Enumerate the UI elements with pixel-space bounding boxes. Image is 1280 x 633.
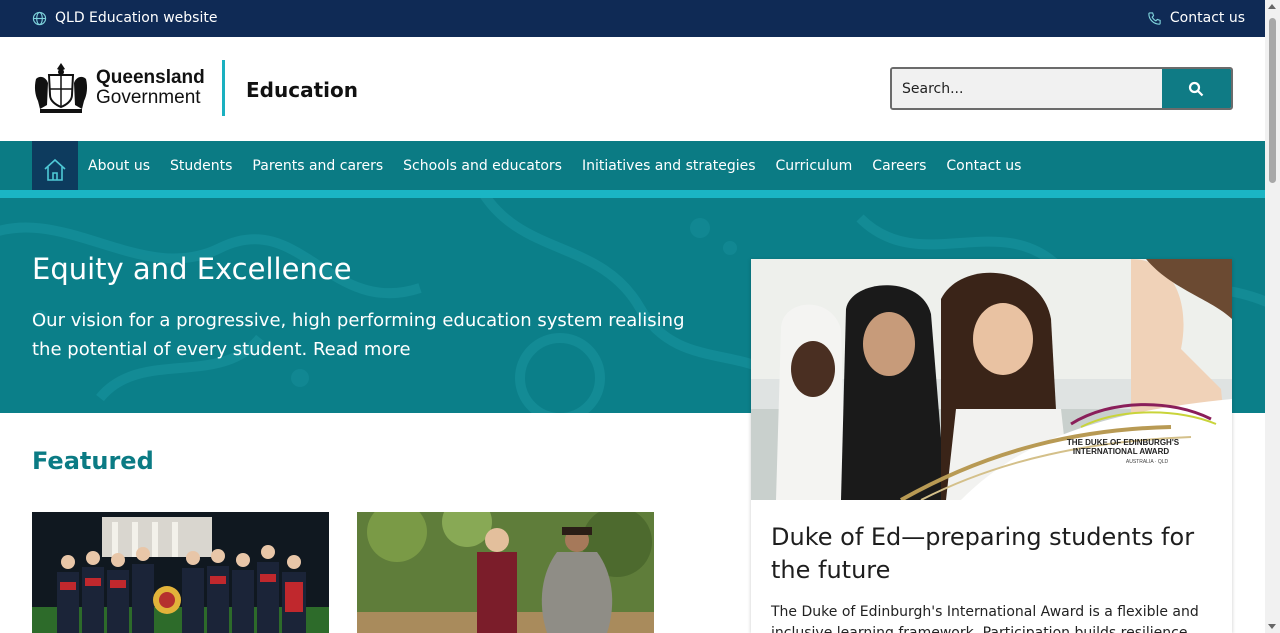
scroll-down-icon[interactable] <box>1268 624 1276 629</box>
logo-line-queensland: Queensland <box>96 67 205 88</box>
globe-icon <box>32 11 47 25</box>
logo-line-government: Government <box>96 87 201 108</box>
page-scrollbar[interactable] <box>1265 0 1280 633</box>
qld-education-link-label: QLD Education website <box>55 10 218 26</box>
utility-bar: QLD Education website Contact us <box>0 0 1265 37</box>
feature-card-title[interactable]: Duke of Ed—preparing students for the fu… <box>771 521 1221 587</box>
featured-heading: Featured <box>32 447 154 475</box>
search-input[interactable] <box>892 69 1162 108</box>
duke-of-ed-photo: THE DUKE OF EDINBURGH'S INTERNATIONAL AW… <box>751 259 1232 500</box>
logo-divider <box>222 60 225 116</box>
scroll-up-icon[interactable] <box>1268 4 1276 9</box>
nav-item-curriculum[interactable]: Curriculum <box>766 158 863 174</box>
award-badge-line3: AUSTRALIA · QLD <box>1126 459 1169 465</box>
nav-item-initiatives-and-strategies[interactable]: Initiatives and strategies <box>572 158 766 174</box>
top-contact-link[interactable]: Contact us <box>1147 10 1245 26</box>
search-button[interactable] <box>1161 69 1231 108</box>
featured-image-student-teacher[interactable] <box>357 512 654 633</box>
main-navigation: About us Students Parents and carers Sch… <box>0 141 1265 198</box>
feature-card-duke-of-ed[interactable]: THE DUKE OF EDINBURGH'S INTERNATIONAL AW… <box>751 259 1232 633</box>
feature-card-text: The Duke of Edinburgh's International Aw… <box>771 604 1199 633</box>
nav-item-parents-and-carers[interactable]: Parents and carers <box>242 158 393 174</box>
site-name[interactable]: Education <box>246 78 358 102</box>
nav-item-contact-us[interactable]: Contact us <box>936 158 1031 174</box>
phone-icon <box>1148 11 1161 25</box>
nav-item-careers[interactable]: Careers <box>862 158 936 174</box>
nav-accent-strip <box>0 190 1265 198</box>
search-form <box>890 67 1233 110</box>
scrollbar-thumb[interactable] <box>1269 18 1276 183</box>
site-header: Queensland Government Education <box>0 37 1265 141</box>
featured-photo-2 <box>357 512 654 633</box>
home-icon <box>44 158 66 181</box>
nav-item-schools-and-educators[interactable]: Schools and educators <box>393 158 572 174</box>
top-contact-link-label: Contact us <box>1169 10 1245 26</box>
hero-text[interactable]: Our vision for a progressive, high perfo… <box>32 306 712 364</box>
award-badge-line2: INTERNATIONAL AWARD <box>1073 447 1170 456</box>
nav-item-about-us[interactable]: About us <box>78 158 160 174</box>
featured-photo-1 <box>32 512 329 633</box>
featured-image-cadets[interactable] <box>32 512 329 633</box>
award-badge-line1: THE DUKE OF EDINBURGH'S <box>1067 438 1180 447</box>
search-icon <box>1189 81 1204 96</box>
coat-of-arms-icon <box>34 63 88 113</box>
nav-item-students[interactable]: Students <box>160 158 242 174</box>
queensland-government-logo[interactable]: Queensland Government <box>32 59 205 117</box>
hero-title: Equity and Excellence <box>32 252 352 286</box>
feature-card-image: THE DUKE OF EDINBURGH'S INTERNATIONAL AW… <box>751 259 1232 500</box>
qld-education-link[interactable]: QLD Education website <box>32 10 217 26</box>
